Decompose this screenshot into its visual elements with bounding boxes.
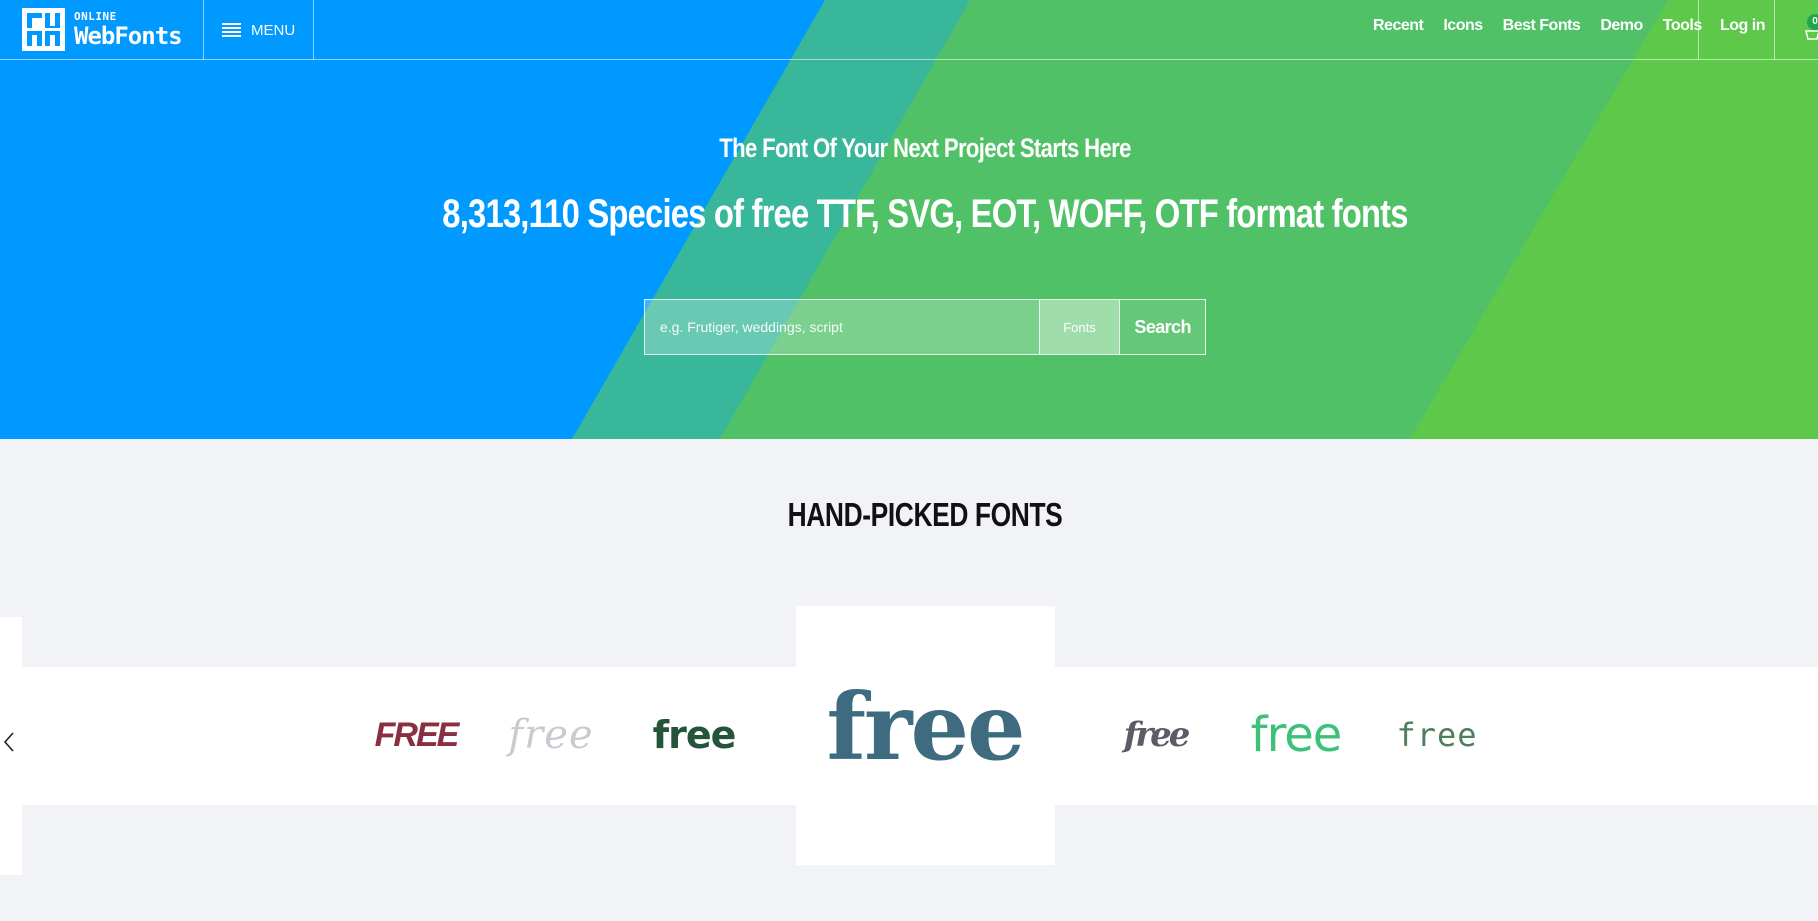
hero-subtitle: The Font Of Your Next Project Starts Her… xyxy=(719,133,1131,163)
nav-demo[interactable]: Demo xyxy=(1600,17,1643,35)
font-sample[interactable]: free xyxy=(505,700,597,770)
hero-banner: ONLINE WebFonts MENU Recent Icons Best F… xyxy=(0,0,1818,439)
featured-font-sample[interactable]: free xyxy=(820,672,1030,782)
font-sample[interactable]: free xyxy=(648,700,740,770)
search-bar: Fonts Search xyxy=(644,299,1206,355)
font-sample[interactable]: free xyxy=(1248,700,1344,770)
login-link[interactable]: Log in xyxy=(1720,17,1765,35)
menu-button[interactable]: MENU xyxy=(222,18,295,42)
divider xyxy=(203,0,204,60)
hamburger-icon xyxy=(222,23,241,37)
nav-best-fonts[interactable]: Best Fonts xyxy=(1503,17,1581,35)
font-sample[interactable]: free xyxy=(1108,700,1203,770)
cart-icon xyxy=(1805,30,1818,40)
site-logo[interactable]: ONLINE WebFonts xyxy=(22,8,202,52)
cart-button[interactable]: 0 xyxy=(1803,14,1818,44)
chevron-left-icon xyxy=(3,732,14,752)
logo-icon xyxy=(22,8,65,51)
main-nav: Recent Icons Best Fonts Demo Tools xyxy=(1373,17,1702,35)
hero-title: 8,313,110 Species of free TTF, SVG, EOT,… xyxy=(442,192,1408,236)
carousel-prev-button[interactable] xyxy=(0,730,18,754)
nav-recent[interactable]: Recent xyxy=(1373,17,1424,35)
search-type-select[interactable]: Fonts xyxy=(1038,300,1120,354)
divider xyxy=(1774,0,1775,60)
nav-icons[interactable]: Icons xyxy=(1443,17,1483,35)
search-button[interactable]: Search xyxy=(1119,300,1205,354)
logo-big-text: WebFonts xyxy=(74,22,183,50)
menu-label: MENU xyxy=(251,21,296,39)
font-sample[interactable]: FREE xyxy=(370,700,462,770)
top-navigation-bar: ONLINE WebFonts MENU Recent Icons Best F… xyxy=(0,0,1818,60)
search-input[interactable] xyxy=(645,300,1039,354)
divider xyxy=(313,0,314,60)
section-title: HAND-PICKED FONTS xyxy=(787,496,1063,533)
nav-tools[interactable]: Tools xyxy=(1663,17,1702,35)
font-sample[interactable]: free xyxy=(1390,700,1484,770)
divider xyxy=(1698,0,1699,60)
